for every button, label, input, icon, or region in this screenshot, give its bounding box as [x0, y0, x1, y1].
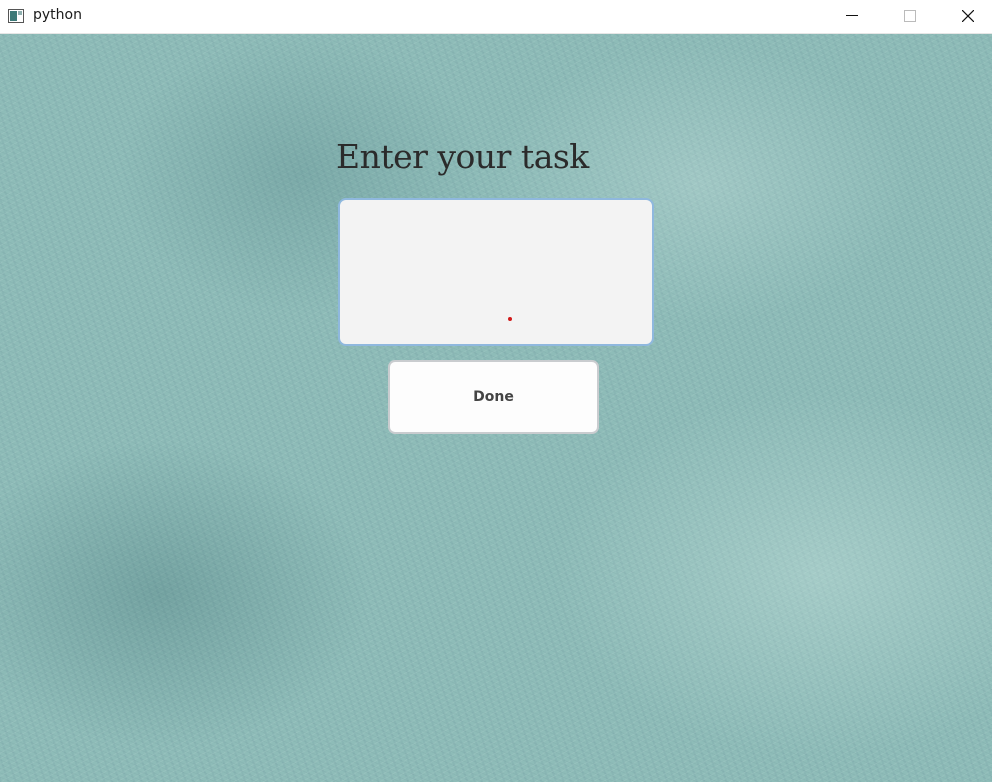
minimize-icon	[846, 15, 858, 16]
maximize-button[interactable]	[887, 0, 933, 33]
done-button[interactable]: Done	[388, 360, 599, 434]
maximize-icon	[904, 10, 916, 22]
title-bar[interactable]: python	[0, 0, 992, 34]
window-title: python	[33, 7, 82, 23]
close-button[interactable]	[945, 0, 991, 33]
close-icon	[962, 10, 974, 22]
task-input[interactable]	[338, 198, 654, 346]
mouse-cursor-dot	[508, 317, 512, 321]
page-title: Enter your task	[336, 137, 589, 176]
python-app-icon	[8, 8, 24, 23]
minimize-button[interactable]	[829, 0, 875, 33]
app-window: python Enter your task Done	[0, 0, 992, 782]
